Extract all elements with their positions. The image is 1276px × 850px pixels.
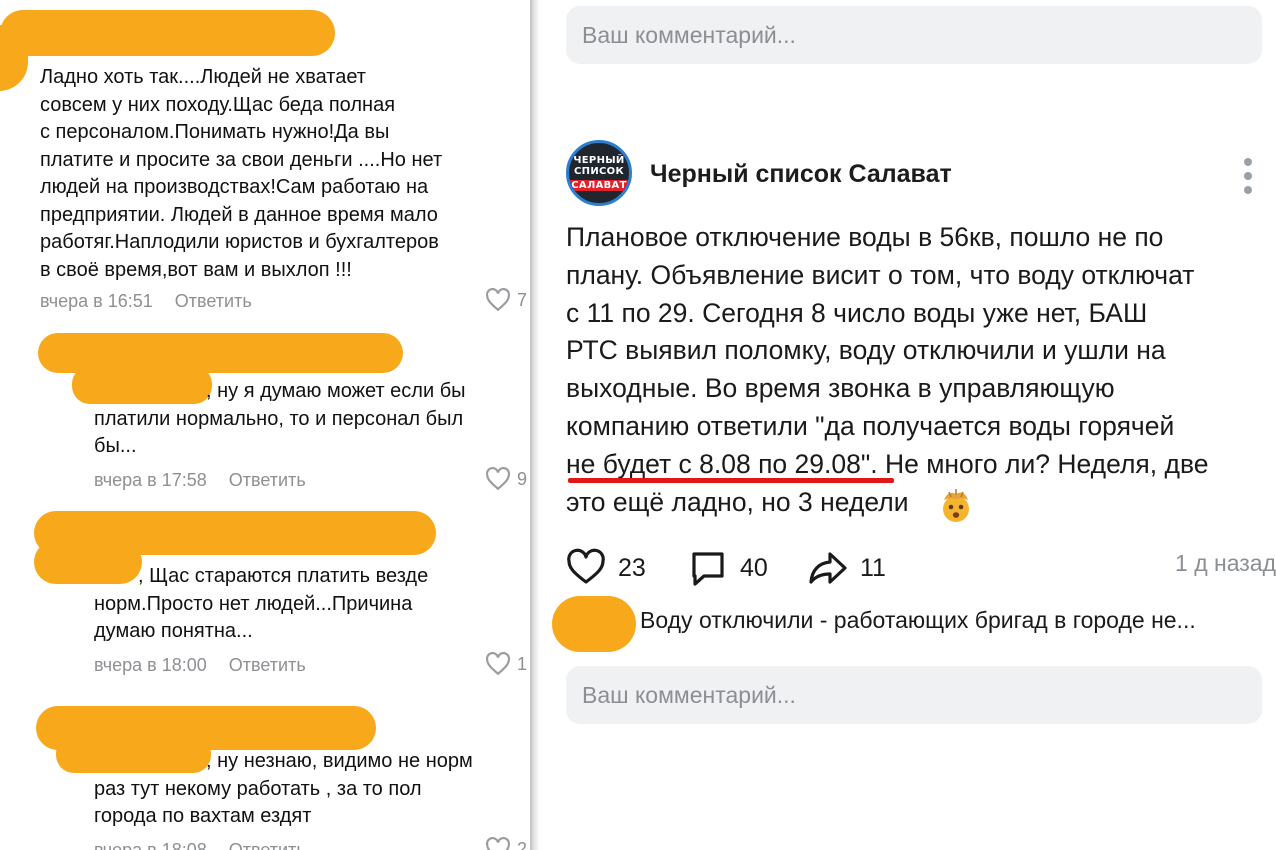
group-avatar[interactable]: ЧЕРНЫЙ СПИСОК САЛАВАТ [566,140,632,206]
comment-meta: вчера в 18:00 Ответить [94,655,306,676]
comment-time: вчера в 16:51 [40,291,153,311]
redacted-author-name [0,10,335,56]
red-underline-annotation [568,478,894,483]
reply-button[interactable]: Ответить [229,470,306,491]
post-panel: ЧЕРНЫЙ СПИСОК САЛАВАТ Черный список Сала… [540,0,1276,850]
like-button[interactable]: 23 [566,548,646,588]
comment-button[interactable]: 40 [688,548,768,588]
comment-text: , ну я думаю может если бы платили норма… [94,380,466,457]
comment-count: 40 [740,553,768,582]
comment-icon [692,552,724,586]
avatar-text: ЧЕРНЫЙ [573,155,625,166]
group-name-link[interactable]: Черный список Салават [650,160,952,189]
like-count: 2 [517,838,528,850]
like-count: 1 [517,653,528,674]
comment-text: Ладно хоть так....Людей не хватает совсе… [40,66,443,281]
reply-preview-text[interactable]: Воду отключили - работающих бригад в гор… [640,607,1196,634]
comment-text: , ну незнаю, видимо не норм раз тут неко… [94,750,473,827]
comment-like-button[interactable]: 7 [485,288,527,312]
comment-like-button[interactable]: 1 [485,652,527,676]
heart-icon [486,288,510,312]
reply-button[interactable]: Ответить [229,655,306,676]
heart-icon [486,467,510,491]
redacted-commenter-avatar [552,596,636,652]
like-count: 9 [517,468,528,489]
heart-icon [486,837,510,850]
left-comment-thread: Ладно хоть так....Людей не хватает совсе… [0,0,530,850]
exploding-head-emoji [943,489,969,522]
comment-time: вчера в 18:00 [94,655,207,675]
reply-button[interactable]: Ответить [175,291,252,312]
comment-meta: вчера в 18:08 Ответить [94,840,306,850]
post-time: 1 д назад [1175,550,1276,576]
post-text: Плановое отключение воды в 56кв, пошло н… [566,222,1209,517]
comment-meta: вчера в 16:51 Ответить [40,291,252,312]
comment-meta: вчера в 17:58 Ответить [94,470,306,491]
panel-divider [530,0,540,850]
share-button[interactable]: 11 [808,548,886,588]
comment-text: , Щас стараются платить везде норм.Прост… [94,565,429,642]
comment-like-button[interactable]: 9 [485,467,527,491]
heart-icon [567,548,605,584]
comment-input-bottom[interactable] [566,666,1262,724]
share-icon [809,552,847,584]
avatar-text: САЛАВАТ [569,180,629,191]
comment-time: вчера в 18:08 [94,840,207,850]
like-count: 23 [618,553,646,582]
avatar-text: СПИСОК [574,166,624,177]
comment-input-top[interactable] [566,6,1262,64]
like-count: 7 [517,289,528,310]
comment-time: вчера в 17:58 [94,470,207,490]
comment-like-button[interactable]: 2 [485,837,527,850]
heart-icon [486,652,510,676]
reply-button[interactable]: Ответить [229,840,306,850]
kebab-icon[interactable] [1238,158,1258,194]
share-count: 11 [860,553,886,582]
